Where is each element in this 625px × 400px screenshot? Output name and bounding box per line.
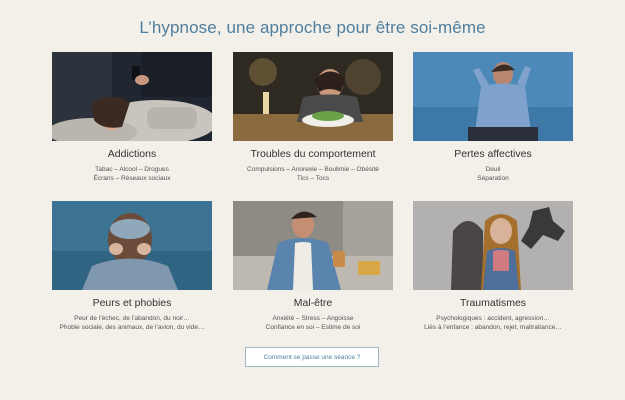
card-line-2: Phobie sociale, des animaux, de l’avion,… [59,324,205,331]
card-line-2: Tics – Tocs [296,175,330,182]
card-subtitle: Anxiété – Stress – Angoisse Confiance en… [233,314,393,332]
card-title: Pertes affectives [454,148,532,160]
topics-grid: Addictions Tabac – Alcool – Drogues Écra… [0,0,625,400]
card-troubles-comportement[interactable]: Troubles du comportement Compulsions – A… [233,52,393,183]
card-mal-etre[interactable]: Mal-être Anxiété – Stress – Angoisse Con… [233,201,393,332]
card-line-1: Deuil [485,166,501,173]
photo-traumatismes [413,201,573,290]
card-addictions[interactable]: Addictions Tabac – Alcool – Drogues Écra… [52,52,212,183]
card-line-1: Compulsions – Anorexie – Boulimie – Obés… [247,166,379,173]
card-line-2: Séparation [477,175,509,182]
card-peurs-phobies[interactable]: Peurs et phobies Peur de l’échec, de l’a… [52,201,212,332]
photo-peurs-phobies [52,201,212,290]
card-title: Mal-être [293,297,333,309]
card-title: Addictions [107,148,157,160]
card-line-1: Anxiété – Stress – Angoisse [272,315,354,322]
card-line-1: Peur de l’échec, de l’abandon, du noir… [74,315,190,322]
card-title: Peurs et phobies [92,297,172,309]
card-title: Troubles du comportement [250,148,376,160]
card-traumatismes[interactable]: Traumatismes Psychologiques : accident, … [413,201,573,332]
card-line-1: Tabac – Alcool – Drogues [95,166,169,173]
card-title: Traumatismes [459,297,527,309]
card-line-2: Liés à l’enfance : abandon, rejet, maltr… [424,324,562,331]
card-subtitle: Compulsions – Anorexie – Boulimie – Obés… [233,165,393,183]
card-line-2: Confiance en soi – Estime de soi [265,324,361,331]
photo-troubles-comportement [233,52,393,141]
session-info-button[interactable]: Comment se passe une séance ? [245,347,379,367]
card-pertes-affectives[interactable]: Pertes affectives Deuil Séparation [413,52,573,183]
card-subtitle: Psychologiques : accident, agression… Li… [413,314,573,332]
card-line-2: Écrans – Réseaux sociaux [93,175,171,182]
card-subtitle: Tabac – Alcool – Drogues Écrans – Réseau… [52,165,212,183]
photo-addictions [52,52,212,141]
card-line-1: Psychologiques : accident, agression… [436,315,550,322]
photo-mal-etre [233,201,393,290]
card-subtitle: Peur de l’échec, de l’abandon, du noir… … [52,314,212,332]
photo-pertes-affectives [413,52,573,141]
card-subtitle: Deuil Séparation [413,165,573,183]
